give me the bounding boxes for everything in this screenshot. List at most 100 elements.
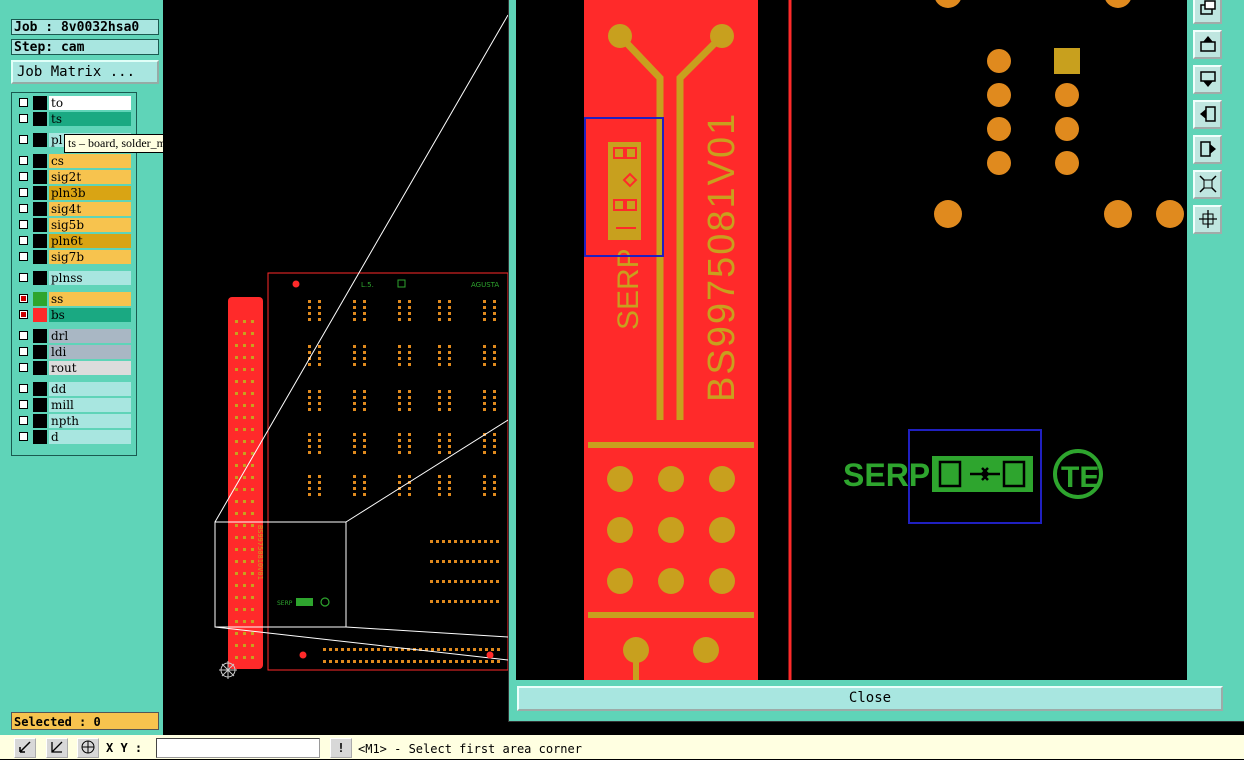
layer-name[interactable]: bs <box>49 308 131 322</box>
layer-color-swatch[interactable] <box>33 292 47 306</box>
layer-name[interactable]: sig2t <box>49 170 131 184</box>
layer-row-to[interactable]: to <box>16 96 144 110</box>
layer-row-pln6t[interactable]: pln6t <box>16 234 144 248</box>
layer-color-swatch[interactable] <box>33 430 47 444</box>
move-left-button[interactable] <box>1193 100 1222 129</box>
layer-color-swatch[interactable] <box>33 234 47 248</box>
layer-checkbox[interactable] <box>19 294 28 303</box>
close-button[interactable]: Close <box>517 686 1223 711</box>
view-button-1[interactable] <box>1193 0 1222 24</box>
layer-color-swatch[interactable] <box>33 112 47 126</box>
layer-color-swatch[interactable] <box>33 96 47 110</box>
board-canvas[interactable]: L.5. AGUSTA BS99750810V01 SERP <box>163 0 508 735</box>
layer-checkbox[interactable] <box>19 400 28 409</box>
layer-color-swatch[interactable] <box>33 329 47 343</box>
layer-checkbox[interactable] <box>19 310 28 319</box>
layer-color-swatch[interactable] <box>33 398 47 412</box>
layer-name[interactable]: d <box>49 430 131 444</box>
layer-checkbox[interactable] <box>19 172 28 181</box>
layer-name[interactable]: drl <box>49 329 131 343</box>
zoom-out-button[interactable] <box>1193 205 1222 234</box>
move-up-button[interactable] <box>1193 30 1222 59</box>
layer-name[interactable]: dd <box>49 382 131 396</box>
layer-checkbox[interactable] <box>19 204 28 213</box>
layer-checkbox[interactable] <box>19 236 28 245</box>
layer-row-d[interactable]: d <box>16 430 144 444</box>
layer-checkbox[interactable] <box>19 416 28 425</box>
layer-name[interactable]: plnss <box>49 271 131 285</box>
grid-button[interactable] <box>77 738 99 758</box>
zoom-in-button[interactable] <box>1193 170 1222 199</box>
layer-row-plnss[interactable]: plnss <box>16 271 144 285</box>
layer-name[interactable]: rout <box>49 361 131 375</box>
layer-color-swatch[interactable] <box>33 186 47 200</box>
layer-color-swatch[interactable] <box>33 271 47 285</box>
board-pad <box>389 660 392 663</box>
layer-row-pln3b[interactable]: pln3b <box>16 186 144 200</box>
layer-checkbox[interactable] <box>19 135 28 144</box>
layer-checkbox[interactable] <box>19 188 28 197</box>
layer-color-swatch[interactable] <box>33 361 47 375</box>
layer-color-swatch[interactable] <box>33 218 47 232</box>
layer-checkbox[interactable] <box>19 363 28 372</box>
layer-name[interactable]: pln6t <box>49 234 131 248</box>
xy-input[interactable] <box>156 738 320 758</box>
layer-checkbox[interactable] <box>19 156 28 165</box>
layer-row-ts[interactable]: ts <box>16 112 144 126</box>
layer-checkbox[interactable] <box>19 220 28 229</box>
layer-checkbox[interactable] <box>19 347 28 356</box>
strip-pad <box>251 320 254 323</box>
zoom-area-button[interactable] <box>14 738 36 758</box>
layer-row-sig7b[interactable]: sig7b <box>16 250 144 264</box>
layer-color-swatch[interactable] <box>33 414 47 428</box>
layer-row-bs[interactable]: bs <box>16 308 144 322</box>
layer-color-swatch[interactable] <box>33 133 47 147</box>
layer-name[interactable]: sig5b <box>49 218 131 232</box>
layer-color-swatch[interactable] <box>33 345 47 359</box>
layer-color-swatch[interactable] <box>33 250 47 264</box>
layer-name[interactable]: sig4t <box>49 202 131 216</box>
layer-name[interactable]: mill <box>49 398 131 412</box>
layer-name[interactable]: ts <box>49 112 131 126</box>
layer-color-swatch[interactable] <box>33 308 47 322</box>
board-pad <box>318 445 321 448</box>
move-down-button[interactable] <box>1193 65 1222 94</box>
layer-row-rout[interactable]: rout <box>16 361 144 375</box>
layer-checkbox[interactable] <box>19 114 28 123</box>
measure-button[interactable] <box>46 738 68 758</box>
layer-row-ldi[interactable]: ldi <box>16 345 144 359</box>
layer-color-swatch[interactable] <box>33 202 47 216</box>
layer-name[interactable]: cs <box>49 154 131 168</box>
layer-row-mill[interactable]: mill <box>16 398 144 412</box>
zoom-canvas[interactable]: BS9975081V01 SERP SERP TE <box>516 0 1187 680</box>
layer-color-swatch[interactable] <box>33 170 47 184</box>
layer-checkbox[interactable] <box>19 273 28 282</box>
layer-row-sig5b[interactable]: sig5b <box>16 218 144 232</box>
job-matrix-button[interactable]: Job Matrix ... <box>11 60 159 84</box>
layer-row-ss[interactable]: ss <box>16 292 144 306</box>
layer-name[interactable]: ss <box>49 292 131 306</box>
layer-name[interactable]: npth <box>49 414 131 428</box>
layer-name[interactable]: sig7b <box>49 250 131 264</box>
layer-row-dd[interactable]: dd <box>16 382 144 396</box>
layer-color-swatch[interactable] <box>33 154 47 168</box>
layer-checkbox[interactable] <box>19 384 28 393</box>
alert-button[interactable]: ! <box>330 738 352 758</box>
layer-row-sig2t[interactable]: sig2t <box>16 170 144 184</box>
board-pad <box>454 600 457 603</box>
layer-name[interactable]: to <box>49 96 131 110</box>
layer-row-npth[interactable]: npth <box>16 414 144 428</box>
layer-name[interactable]: ldi <box>49 345 131 359</box>
layer-name[interactable]: pln3b <box>49 186 131 200</box>
board-pad <box>408 487 411 490</box>
layer-color-swatch[interactable] <box>33 382 47 396</box>
layer-row-drl[interactable]: drl <box>16 329 144 343</box>
layer-checkbox[interactable] <box>19 252 28 261</box>
layer-checkbox[interactable] <box>19 331 28 340</box>
board-serp-block <box>296 598 313 606</box>
layer-row-sig4t[interactable]: sig4t <box>16 202 144 216</box>
layer-checkbox[interactable] <box>19 98 28 107</box>
layer-checkbox[interactable] <box>19 432 28 441</box>
layer-row-cs[interactable]: cs <box>16 154 144 168</box>
move-right-button[interactable] <box>1193 135 1222 164</box>
